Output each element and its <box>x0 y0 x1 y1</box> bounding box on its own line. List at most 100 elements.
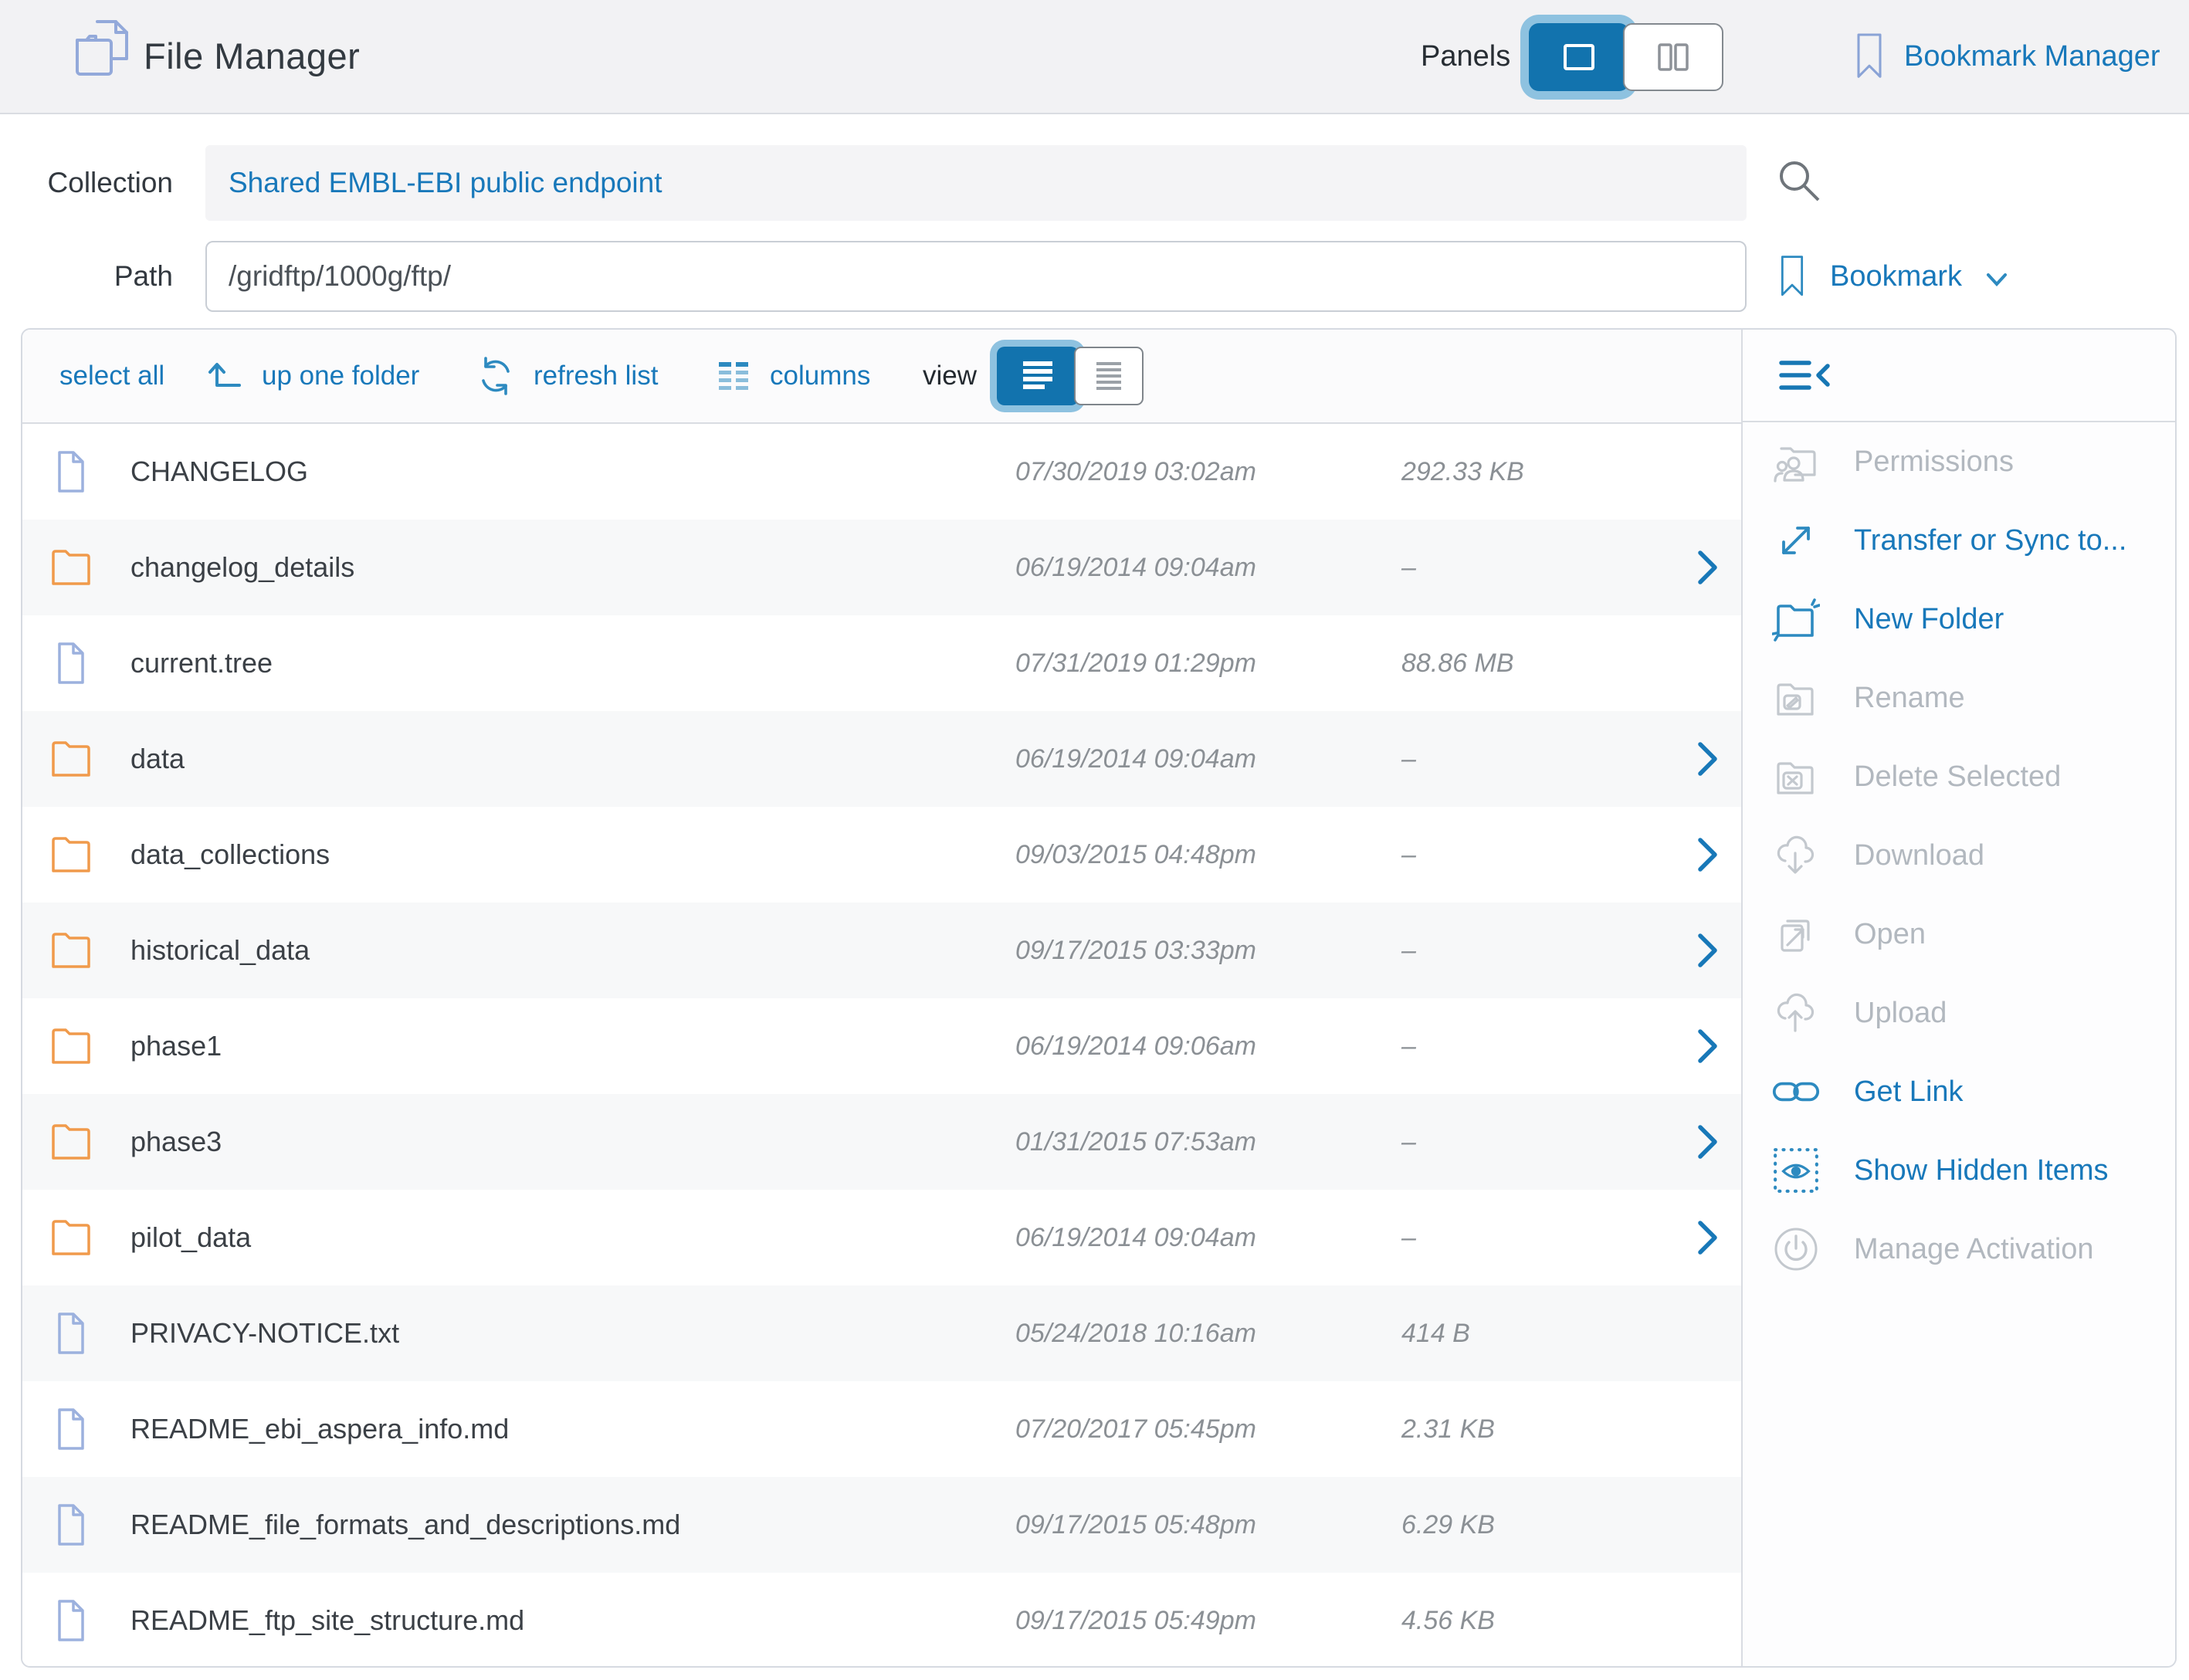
file-size: 88.86 MB <box>1401 649 1673 679</box>
chevron-right-icon[interactable] <box>1673 1024 1741 1069</box>
file-browser-panel: select all up one folder refresh list co… <box>21 328 2177 1668</box>
manage-activation-icon <box>1772 1225 1832 1273</box>
single-pane-icon <box>1561 42 1597 73</box>
collection-label: Collection <box>0 145 173 221</box>
refresh-list-button[interactable]: refresh list <box>475 330 658 422</box>
file-icon <box>50 1312 101 1354</box>
condensed-view-button[interactable] <box>1074 347 1144 405</box>
sidebar-action-label: Rename <box>1854 682 1965 715</box>
refresh-icon <box>475 355 517 397</box>
bookmark-manager-label: Bookmark Manager <box>1904 40 2160 73</box>
table-row[interactable]: historical_data 09/17/2015 03:33pm – <box>22 903 1741 998</box>
chevron-right-icon[interactable] <box>1673 832 1741 877</box>
show-hidden-icon <box>1772 1147 1832 1194</box>
path-label: Path <box>0 241 173 312</box>
table-row[interactable]: changelog_details 06/19/2014 09:04am – <box>22 520 1741 615</box>
sidebar-action-delete: Delete Selected <box>1743 737 2175 816</box>
path-input[interactable] <box>205 241 1747 312</box>
columns-button[interactable]: columns <box>714 330 870 422</box>
actions-sidebar: Permissions Transfer or Sync to... New F… <box>1741 330 2175 1666</box>
list-view-button[interactable] <box>997 347 1079 405</box>
download-icon <box>1772 832 1832 879</box>
file-date-modified: 09/17/2015 05:48pm <box>1015 1510 1401 1540</box>
file-size: – <box>1401 553 1673 583</box>
file-list-pane: select all up one folder refresh list co… <box>22 330 1741 1666</box>
dual-panel-button[interactable] <box>1623 23 1723 91</box>
bookmark-label: Bookmark <box>1830 260 1962 293</box>
folder-icon <box>50 1025 101 1067</box>
folder-icon <box>50 1121 101 1163</box>
sidebar-action-open: Open <box>1743 895 2175 974</box>
chevron-right-icon[interactable] <box>1673 1215 1741 1260</box>
sidebar-action-show-hidden[interactable]: Show Hidden Items <box>1743 1131 2175 1210</box>
search-icon[interactable] <box>1774 156 1825 207</box>
select-all-button[interactable]: select all <box>59 330 164 422</box>
file-name: pilot_data <box>130 1221 1015 1254</box>
file-size: – <box>1401 1223 1673 1253</box>
up-one-folder-button[interactable]: up one folder <box>205 330 419 422</box>
chevron-right-icon[interactable] <box>1673 928 1741 973</box>
app-header: File Manager Panels Bookmark Manager <box>0 0 2189 114</box>
table-row[interactable]: README_ebi_aspera_info.md 07/20/2017 05:… <box>22 1381 1741 1477</box>
file-name: changelog_details <box>130 551 1015 584</box>
file-date-modified: 01/31/2015 07:53am <box>1015 1127 1401 1157</box>
file-manager-logo-icon <box>71 17 134 80</box>
table-row[interactable]: pilot_data 06/19/2014 09:04am – <box>22 1190 1741 1285</box>
table-row[interactable]: CHANGELOG 07/30/2019 03:02am 292.33 KB <box>22 424 1741 520</box>
transfer-icon <box>1772 517 1832 564</box>
file-size: 414 B <box>1401 1319 1673 1349</box>
table-row[interactable]: data_collections 09/03/2015 04:48pm – <box>22 807 1741 903</box>
file-name: phase1 <box>130 1030 1015 1062</box>
sidebar-action-transfer[interactable]: Transfer or Sync to... <box>1743 501 2175 580</box>
sidebar-action-label: Open <box>1854 918 1926 951</box>
chevron-right-icon[interactable] <box>1673 1119 1741 1164</box>
bookmark-dropdown[interactable]: Bookmark <box>1777 246 2008 307</box>
list-toolbar: select all up one folder refresh list co… <box>22 330 1741 424</box>
chevron-right-icon[interactable] <box>1673 737 1741 781</box>
sidebar-action-label: Transfer or Sync to... <box>1854 524 2126 557</box>
folder-icon <box>50 834 101 876</box>
table-row[interactable]: current.tree 07/31/2019 01:29pm 88.86 MB <box>22 615 1741 711</box>
file-size: 6.29 KB <box>1401 1510 1673 1540</box>
file-size: – <box>1401 1127 1673 1157</box>
table-row[interactable]: README_ftp_site_structure.md 09/17/2015 … <box>22 1573 1741 1668</box>
condensed-view-icon <box>1089 358 1128 394</box>
bookmark-manager-link[interactable]: Bookmark Manager <box>1853 0 2160 113</box>
table-row[interactable]: phase3 01/31/2015 07:53am – <box>22 1094 1741 1190</box>
sidebar-collapse-row <box>1743 330 2175 422</box>
file-name: README_ebi_aspera_info.md <box>130 1413 1015 1445</box>
collection-field[interactable]: Shared EMBL-EBI public endpoint <box>205 145 1747 221</box>
table-row[interactable]: PRIVACY-NOTICE.txt 05/24/2018 10:16am 41… <box>22 1285 1741 1381</box>
file-name: CHANGELOG <box>130 456 1015 488</box>
panels-toggle <box>1529 23 1723 91</box>
chevron-right-icon[interactable] <box>1673 545 1741 590</box>
folder-icon <box>50 547 101 588</box>
file-date-modified: 07/30/2019 03:02am <box>1015 457 1401 487</box>
get-link-icon <box>1772 1068 1832 1116</box>
file-date-modified: 07/20/2017 05:45pm <box>1015 1414 1401 1445</box>
delete-icon <box>1772 753 1832 801</box>
file-size: 2.31 KB <box>1401 1414 1673 1445</box>
new-folder-icon <box>1772 595 1832 643</box>
permissions-icon <box>1772 438 1832 486</box>
sidebar-action-get-link[interactable]: Get Link <box>1743 1052 2175 1131</box>
collapse-sidebar-icon[interactable] <box>1775 353 1835 398</box>
table-row[interactable]: README_file_formats_and_descriptions.md … <box>22 1477 1741 1573</box>
upload-icon <box>1772 989 1832 1037</box>
file-date-modified: 05/24/2018 10:16am <box>1015 1319 1401 1349</box>
actions-list: Permissions Transfer or Sync to... New F… <box>1743 422 2175 1289</box>
sidebar-action-new-folder[interactable]: New Folder <box>1743 580 2175 659</box>
file-icon <box>50 451 101 493</box>
sidebar-action-manage-activation: Manage Activation <box>1743 1210 2175 1289</box>
table-row[interactable]: data 06/19/2014 09:04am – <box>22 711 1741 807</box>
single-panel-button[interactable] <box>1529 23 1629 91</box>
view-label: view <box>923 330 977 422</box>
bookmark-ribbon-icon <box>1777 253 1807 300</box>
sidebar-action-label: Manage Activation <box>1854 1233 2094 1266</box>
dual-pane-icon <box>1655 42 1691 73</box>
bookmark-ribbon-icon <box>1853 32 1886 81</box>
table-row[interactable]: phase1 06/19/2014 09:06am – <box>22 998 1741 1094</box>
sidebar-action-label: Upload <box>1854 997 1947 1030</box>
file-name: historical_data <box>130 934 1015 967</box>
file-icon <box>50 1600 101 1641</box>
